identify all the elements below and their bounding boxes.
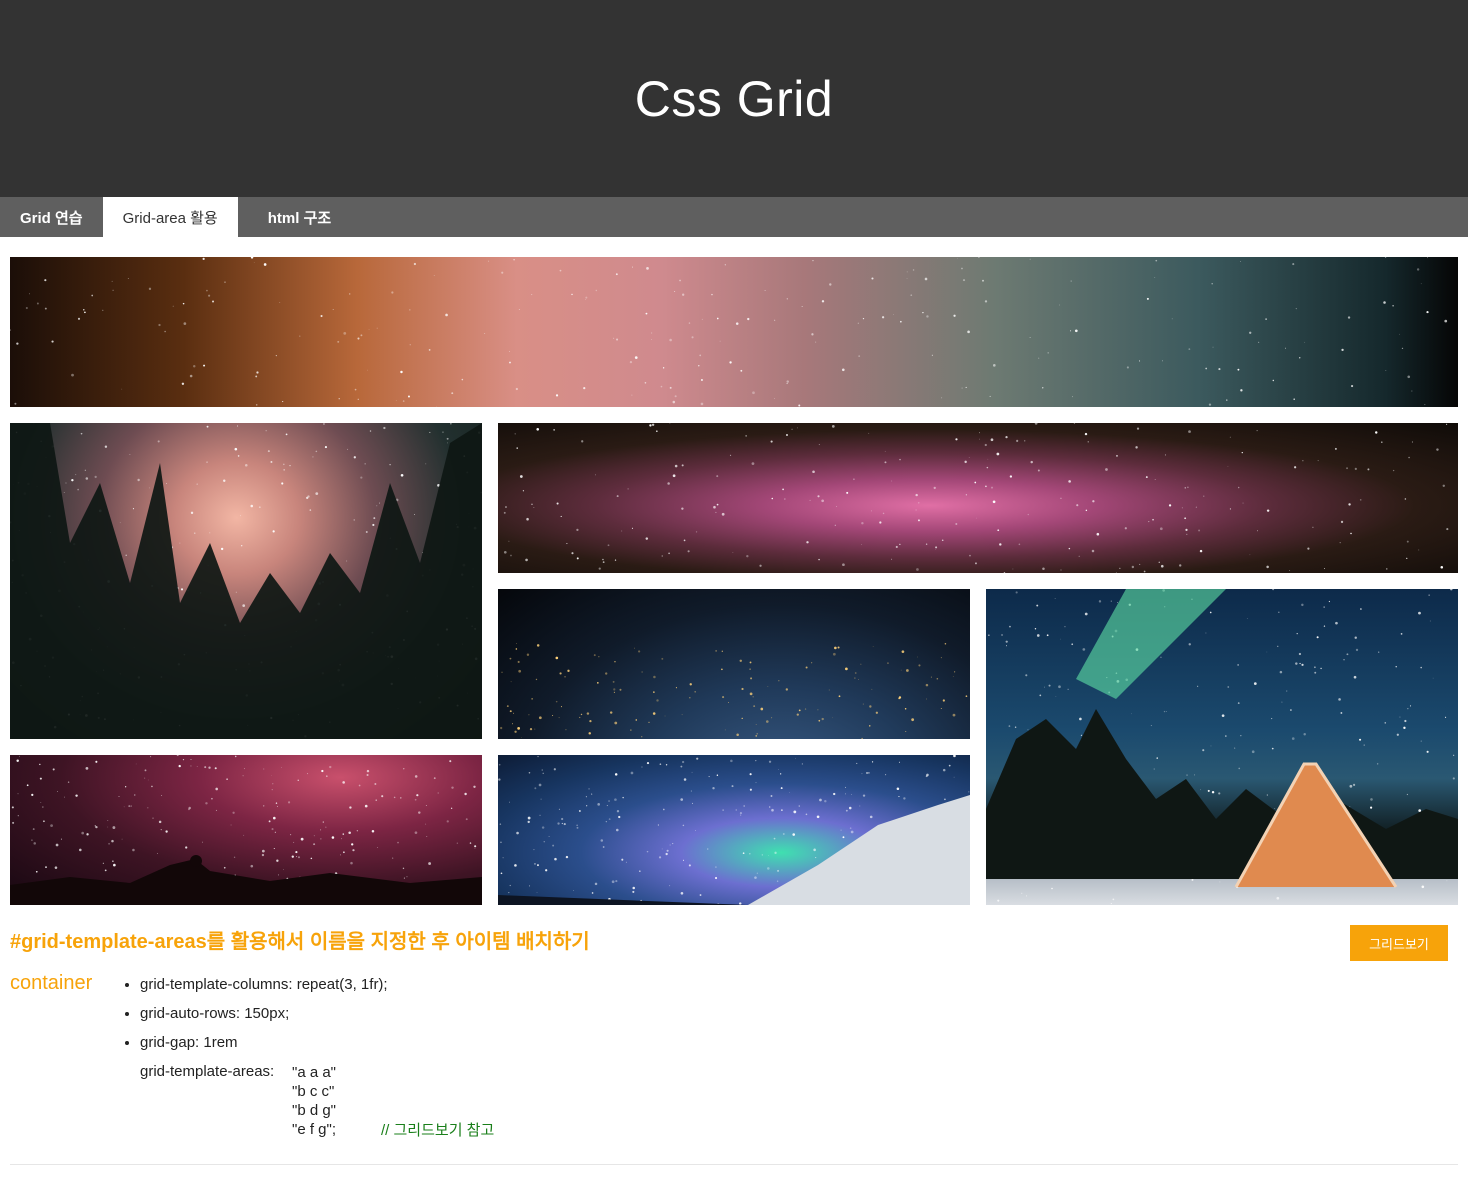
gallery-image-nebula xyxy=(498,423,1458,573)
tipi-scene xyxy=(986,589,1458,888)
page-title: Css Grid xyxy=(634,70,834,127)
property-item: grid-auto-rows: 150px; xyxy=(140,1004,388,1033)
tree-silhouette xyxy=(10,423,482,739)
template-areas-line: "e f g"; xyxy=(292,1121,337,1138)
tab-grid-practice[interactable]: Grid 연습 xyxy=(0,197,103,237)
section-title: #grid-template-areas를 활용해서 이름을 지정한 후 아이템… xyxy=(10,931,590,953)
tab-bar: Grid 연습 Grid-area 활용 html 구조 xyxy=(0,197,1468,237)
property-list: grid-template-columns: repeat(3, 1fr); g… xyxy=(140,975,388,1062)
stars-overlay xyxy=(10,257,1448,407)
show-grid-button[interactable]: 그리드보기 xyxy=(1350,925,1448,961)
gallery-image-aurora-mountain xyxy=(498,755,970,905)
mountain-silhouette xyxy=(498,795,970,905)
code-comment: // 그리드보기 참고 xyxy=(381,1122,495,1139)
page-header: Css Grid xyxy=(0,0,1468,197)
city-lights-overlay xyxy=(500,643,968,739)
gallery-image-headlamp-person xyxy=(10,755,482,905)
stars-overlay xyxy=(503,423,1449,573)
ground-silhouette xyxy=(10,855,482,905)
gallery-image-aurora-tipi xyxy=(986,589,1458,905)
template-areas-label: grid-template-areas: xyxy=(140,1063,275,1080)
image-grid xyxy=(10,257,1458,905)
template-areas-line: "a a a" xyxy=(292,1064,337,1081)
gallery-image-earth-night xyxy=(498,589,970,739)
template-areas-line: "b c c" xyxy=(292,1083,335,1100)
gallery-image-milky-way xyxy=(10,257,1458,407)
template-areas-values: "a a a" "b c c" "b d g" "e f g"; xyxy=(292,1063,336,1139)
gallery-image-forest-night xyxy=(10,423,482,739)
property-item: grid-gap: 1rem xyxy=(140,1033,388,1062)
property-item: grid-template-columns: repeat(3, 1fr); xyxy=(140,975,388,1004)
tab-grid-area[interactable]: Grid-area 활용 xyxy=(102,197,238,237)
template-areas-line: "b d g" xyxy=(292,1102,337,1119)
tab-html-structure[interactable]: html 구조 xyxy=(238,197,351,237)
container-label: container xyxy=(10,972,93,994)
divider xyxy=(10,1164,1458,1165)
